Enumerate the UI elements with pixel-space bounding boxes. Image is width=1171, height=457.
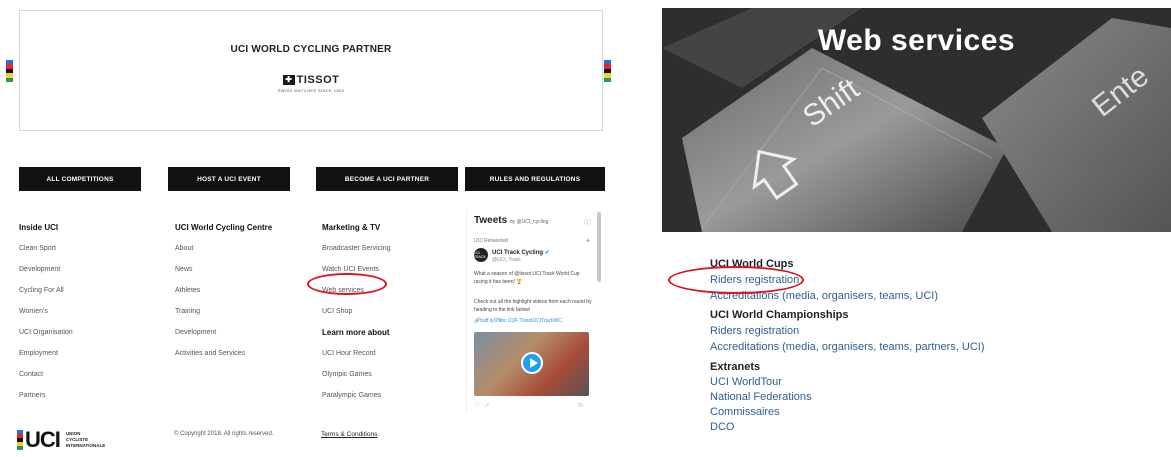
footer-link-uci-shop[interactable]: UCI Shop [322, 301, 390, 322]
footer-link-news[interactable]: News [175, 259, 272, 280]
highlight-ellipse [668, 266, 804, 294]
partner-title: UCI WORLD CYCLING PARTNER [230, 44, 392, 55]
copyright-text: © Copyright 2018. All rights reserved. [174, 431, 274, 437]
tweets-heading: Tweets by @UCI_cycling [474, 215, 548, 226]
all-competitions-button[interactable]: ALL COMPETITIONS [19, 167, 141, 191]
section-heading-extranets: Extranets [710, 361, 761, 373]
tweets-scrollbar[interactable] [597, 212, 601, 282]
footer-link-wcc-development[interactable]: Development [175, 322, 272, 343]
uci-letters: UCI [25, 427, 61, 452]
footer-link-broadcaster[interactable]: Broadcaster Servicing [322, 238, 390, 259]
footer-link-development[interactable]: Development [19, 259, 73, 280]
footer-link-clean-sport[interactable]: Clean Sport [19, 238, 73, 259]
partner-banner[interactable]: UCI WORLD CYCLING PARTNER ✚ TISSOT SWISS… [19, 10, 603, 131]
column-heading: Inside UCI [19, 223, 59, 232]
footer-link-athletes[interactable]: Athletes [175, 280, 272, 301]
footer-link-contact[interactable]: Contact [19, 364, 73, 385]
twitter-bird-icon: ✦ [585, 238, 591, 245]
swiss-cross-icon: ✚ [282, 75, 295, 85]
wcc-column: UCI World Cycling Centre About News Athl… [175, 223, 272, 364]
marketing-column: Marketing & TV Broadcaster Servicing Wat… [322, 223, 390, 406]
tweet-text-2: Check out all the highlight videos from … [474, 299, 592, 313]
tissot-brand: TISSOT [296, 74, 340, 86]
link-commissaires[interactable]: Commissaires [710, 406, 780, 418]
footer-link-hour-record[interactable]: UCI Hour Record [322, 343, 390, 364]
uci-sub-line: INTERNATIONALE [65, 443, 106, 448]
uci-stripes [17, 430, 23, 450]
section-heading-world-championships: UCI World Championships [710, 309, 849, 321]
link-wch-accreditations[interactable]: Accreditations (media, organisers, teams… [710, 341, 985, 353]
tweet-link[interactable]: 🔗buff.ly/2Nbc UUF TissotUCITrackWC [474, 317, 594, 325]
tissot-logo[interactable]: ✚ TISSOT SWISS WATCHES SINCE 1853 [20, 69, 602, 93]
tweet-handle[interactable]: @UCI_Track [492, 257, 521, 263]
tweet-actions[interactable]: ♡ ↗ [474, 402, 489, 409]
link-dco[interactable]: DCO [710, 421, 734, 433]
footer-link-paralympic-games[interactable]: Paralympic Games [322, 385, 390, 406]
tissot-tagline: SWISS WATCHES SINCE 1853 [277, 88, 345, 93]
tweets-by[interactable]: by @UCI_cycling [510, 219, 548, 225]
web-services-panel: Shift Ente Web services UCI World Cups R… [662, 0, 1171, 457]
column-heading: UCI World Cycling Centre [175, 223, 273, 232]
link-national-federations[interactable]: National Federations [710, 391, 812, 403]
account-name-text: UCI Track Cycling [492, 250, 544, 256]
footer-link-about[interactable]: About [175, 238, 272, 259]
footer-link-cycling-for-all[interactable]: Cycling For All [19, 280, 73, 301]
hero-banner: Shift Ente Web services [662, 8, 1171, 232]
terms-link[interactable]: Terms & Conditions [321, 431, 377, 438]
column-subheading: Learn more about [322, 328, 390, 337]
tweets-title: Tweets [474, 215, 508, 226]
footer-link-training[interactable]: Training [175, 301, 272, 322]
uci-footer-panel: UCI WORLD CYCLING PARTNER ✚ TISSOT SWISS… [0, 0, 612, 457]
nav-button-row: ALL COMPETITIONS HOST A UCI EVENT BECOME… [19, 167, 605, 191]
tweets-widget[interactable]: Tweets by @UCI_cycling ⓘ UCI Retweeted ✦… [466, 210, 603, 412]
tweet-account-name[interactable]: UCI Track Cycling ✔ [492, 249, 550, 256]
rules-regulations-button[interactable]: RULES AND REGULATIONS [465, 167, 605, 191]
uci-logo[interactable]: UCI UNION CYCLISTE INTERNATIONALE [17, 427, 105, 452]
info-icon[interactable]: ⓘ [584, 218, 591, 228]
verified-icon: ✔ [544, 250, 550, 256]
footer-link-partners[interactable]: Partners [19, 385, 73, 406]
page-title: Web services [817, 24, 1016, 57]
rainbow-stripe-left [6, 60, 13, 83]
avatar[interactable]: UCI TRACK [474, 248, 488, 262]
retweeted-label: UCI Retweeted [474, 238, 508, 244]
tweet-text: What a season of @tissot UCI Track World… [474, 271, 580, 285]
rainbow-stripe-right [604, 60, 611, 83]
play-icon[interactable] [521, 352, 543, 374]
link-wch-riders-registration[interactable]: Riders registration [710, 325, 799, 337]
footer-link-olympic-games[interactable]: Olympic Games [322, 364, 390, 385]
footer-link-activities[interactable]: Activities and Services [175, 343, 272, 364]
tweet-time: 7h [577, 403, 583, 409]
uci-subtitle: UNION CYCLISTE INTERNATIONALE [66, 431, 105, 449]
column-heading: Marketing & TV [322, 223, 381, 232]
footer-link-uci-organisation[interactable]: UCI Organisation [19, 322, 73, 343]
highlight-ellipse [307, 273, 387, 295]
become-uci-partner-button[interactable]: BECOME A UCI PARTNER [316, 167, 458, 191]
host-uci-event-button[interactable]: HOST A UCI EVENT [168, 167, 290, 191]
footer-link-womens[interactable]: Women's [19, 301, 73, 322]
link-uci-worldtour[interactable]: UCI WorldTour [710, 376, 782, 388]
inside-uci-column: Inside UCI Clean Sport Development Cycli… [19, 223, 73, 406]
tweet-video-thumbnail[interactable] [474, 332, 589, 396]
footer-link-employment[interactable]: Employment [19, 343, 73, 364]
